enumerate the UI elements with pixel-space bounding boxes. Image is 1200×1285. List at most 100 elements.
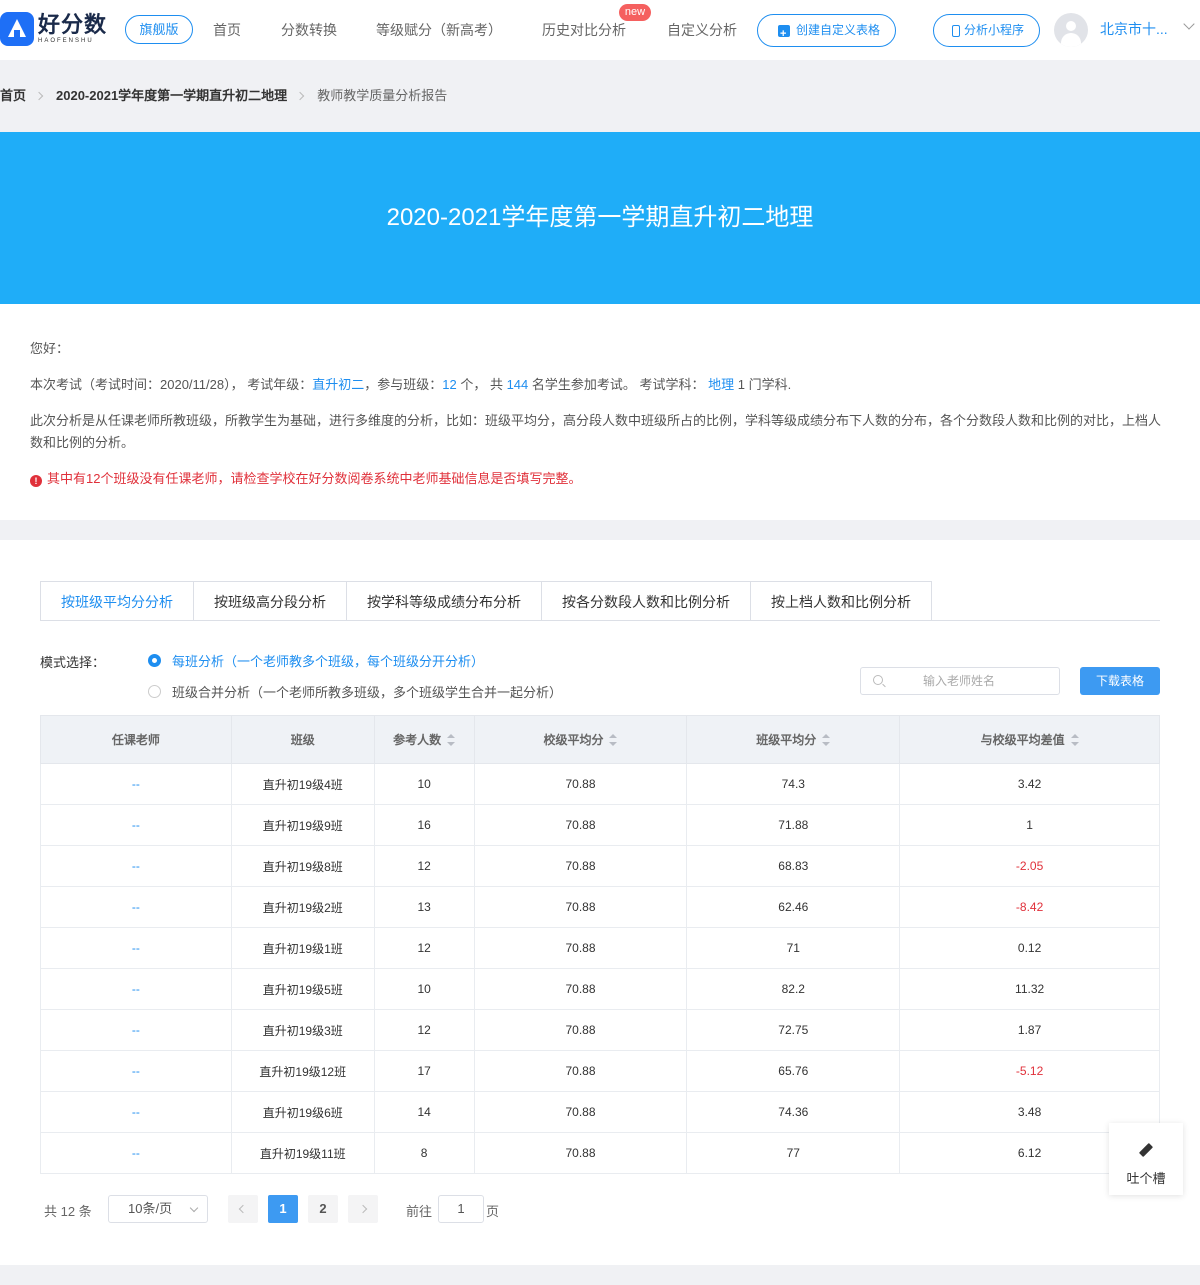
cell-participants: 12 <box>373 845 475 887</box>
nav-home[interactable]: 首页 <box>213 20 241 40</box>
sort-icon[interactable] <box>447 734 456 746</box>
cell-teacher[interactable]: -- <box>40 763 232 805</box>
table-row: -- 直升初19级8班 12 70.88 68.83 -2.05 <box>40 845 1160 887</box>
cell-teacher[interactable]: -- <box>40 1050 232 1092</box>
analysis-panel: 按班级平均分分析 按班级高分段分析 按学科等级成绩分布分析 按各分数段人数和比例… <box>0 540 1200 1265</box>
cell-teacher[interactable]: -- <box>40 1132 232 1174</box>
header-school-average[interactable]: 校级平均分 <box>473 715 688 764</box>
chevron-down-icon[interactable] <box>1183 18 1195 30</box>
user-name[interactable]: 北京市十... <box>1100 20 1168 38</box>
cell-school-average: 70.88 <box>473 1009 688 1051</box>
page-button-2[interactable]: 2 <box>308 1195 338 1223</box>
cell-class: 直升初19级2班 <box>230 886 375 928</box>
cell-class: 直升初19级12班 <box>230 1050 375 1092</box>
sort-icon[interactable] <box>1070 734 1079 746</box>
cell-teacher[interactable]: -- <box>40 804 232 846</box>
table-header-row: 任课老师 班级 参考人数 校级平均分 班级平均分 与校级平均差值 <box>40 715 1160 764</box>
nav-custom-analysis[interactable]: 自定义分析 <box>667 20 737 40</box>
radio-checked-icon <box>148 654 161 667</box>
tab-upper-tier[interactable]: 按上档人数和比例分析 <box>751 581 932 621</box>
cell-class-average: 62.46 <box>686 886 901 928</box>
exam-summary: 本次考试（考试时间：2020/11/28）， 考试年级：直升初二，参与班级：12… <box>30 377 792 392</box>
cell-teacher[interactable]: -- <box>40 1091 232 1133</box>
tab-class-average[interactable]: 按班级平均分分析 <box>40 581 194 621</box>
sort-icon[interactable] <box>822 734 831 746</box>
header-difference[interactable]: 与校级平均差值 <box>899 715 1160 764</box>
cell-class-average: 77 <box>686 1132 901 1174</box>
cell-class: 直升初19级11班 <box>230 1132 375 1174</box>
cell-teacher[interactable]: -- <box>40 1009 232 1051</box>
pen-icon <box>1139 1143 1153 1157</box>
cell-class-average: 65.76 <box>686 1050 901 1092</box>
brand-logo[interactable]: 好分数 HAOFENSHU <box>0 12 107 46</box>
page-size-select[interactable]: 10条/页 <box>108 1195 208 1223</box>
logo-icon <box>0 12 34 46</box>
table-row: -- 直升初19级5班 10 70.88 82.2 11.32 <box>40 968 1160 1010</box>
chevron-left-icon <box>238 1204 248 1214</box>
logo-name: 好分数 <box>38 12 108 37</box>
cell-difference: -2.05 <box>899 845 1160 887</box>
chevron-right-icon <box>358 1204 368 1214</box>
search-icon <box>873 675 883 685</box>
sort-icon[interactable] <box>609 734 618 746</box>
analysis-description: 此次分析是从任课老师所教班级，所教学生为基础，进行多维度的分析，比如：班级平均分… <box>30 413 1162 450</box>
nav-history-compare[interactable]: 历史对比分析 <box>542 20 626 40</box>
pagination-total: 共 12 条 <box>44 1204 92 1219</box>
cell-teacher[interactable]: -- <box>40 968 232 1010</box>
add-table-icon <box>778 19 790 50</box>
mode-label: 模式选择： <box>40 655 106 670</box>
cell-teacher[interactable]: -- <box>40 845 232 887</box>
tab-score-range[interactable]: 按各分数段人数和比例分析 <box>542 581 751 621</box>
cell-teacher[interactable]: -- <box>40 927 232 969</box>
breadcrumb-home[interactable]: 首页 <box>0 87 26 105</box>
table-row: -- 直升初19级11班 8 70.88 77 6.12 <box>40 1132 1160 1174</box>
header-participants[interactable]: 参考人数 <box>373 715 475 764</box>
user-avatar[interactable] <box>1054 13 1088 47</box>
cell-difference: -8.42 <box>899 886 1160 928</box>
cell-school-average: 70.88 <box>473 804 688 846</box>
cell-teacher[interactable]: -- <box>40 886 232 928</box>
cell-class-average: 74.36 <box>686 1091 901 1133</box>
edition-badge[interactable]: 旗舰版 <box>125 15 193 44</box>
cell-class: 直升初19级9班 <box>230 804 375 846</box>
logo-subtitle: HAOFENSHU <box>38 38 94 44</box>
tab-high-score[interactable]: 按班级高分段分析 <box>194 581 347 621</box>
class-count: 12 <box>442 377 457 392</box>
breadcrumb-exam[interactable]: 2020-2021学年度第一学期直升初二地理 <box>56 87 287 105</box>
nav-score-conversion[interactable]: 分数转换 <box>281 20 337 40</box>
mini-program-label: 分析小程序 <box>964 23 1025 37</box>
class-average-table: 任课老师 班级 参考人数 校级平均分 班级平均分 与校级平均差值 -- 直升初19… <box>40 715 1160 1174</box>
greeting: 您好： <box>30 341 70 356</box>
cell-class-average: 68.83 <box>686 845 901 887</box>
goto-page-input[interactable]: 1 <box>438 1195 484 1223</box>
chevron-right-icon <box>295 91 305 101</box>
header-class-average[interactable]: 班级平均分 <box>686 715 901 764</box>
tab-grade-distribution[interactable]: 按学科等级成绩分布分析 <box>347 581 542 621</box>
cell-class-average: 71 <box>686 927 901 969</box>
feedback-button[interactable]: 吐个槽 <box>1109 1123 1183 1195</box>
mode-option-per-class[interactable]: 每班分析（一个老师教多个班级，每个班级分开分析） <box>148 651 484 670</box>
report-banner: 2020-2021学年度第一学期直升初二地理 <box>0 132 1200 304</box>
next-page-button[interactable] <box>348 1195 378 1223</box>
mini-program-button[interactable]: 分析小程序 <box>933 14 1040 47</box>
cell-class-average: 82.2 <box>686 968 901 1010</box>
cell-participants: 14 <box>373 1091 475 1133</box>
create-custom-table-button[interactable]: 创建自定义表格 <box>757 14 896 50</box>
cell-difference: 0.12 <box>899 927 1160 969</box>
warning-icon: ! <box>30 475 42 487</box>
cell-participants: 16 <box>373 804 475 846</box>
table-row: -- 直升初19级9班 16 70.88 71.88 1 <box>40 804 1160 846</box>
cell-participants: 12 <box>373 1009 475 1051</box>
download-table-button[interactable]: 下载表格 <box>1080 667 1160 695</box>
teacher-search-input[interactable]: 输入老师姓名 <box>860 667 1060 695</box>
cell-school-average: 70.88 <box>473 968 688 1010</box>
new-badge: new <box>619 4 651 21</box>
prev-page-button[interactable] <box>228 1195 258 1223</box>
cell-participants: 12 <box>373 927 475 969</box>
page-button-1[interactable]: 1 <box>268 1195 298 1223</box>
cell-participants: 13 <box>373 886 475 928</box>
mode-option-merged[interactable]: 班级合并分析（一个老师所教多班级，多个班级学生合并一起分析） <box>148 682 562 701</box>
cell-class: 直升初19级6班 <box>230 1091 375 1133</box>
nav-grade-scoring[interactable]: 等级赋分（新高考） <box>376 20 502 40</box>
phone-icon <box>952 25 960 37</box>
